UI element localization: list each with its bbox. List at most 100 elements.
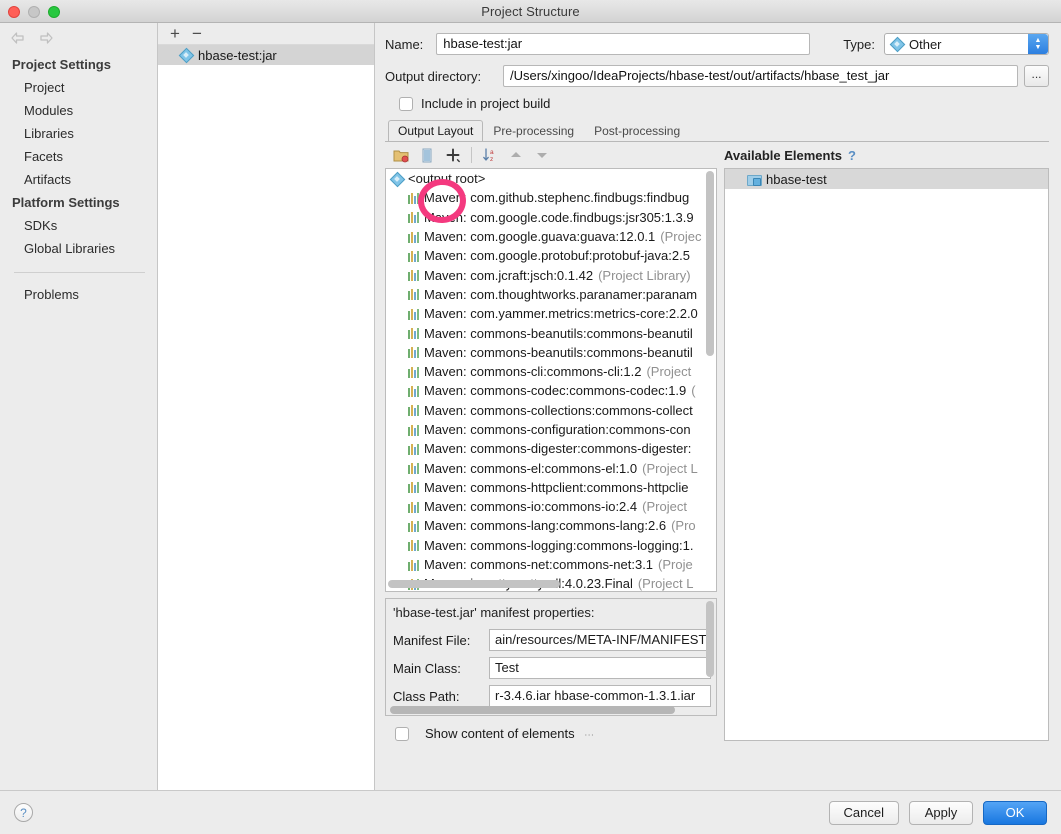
create-archive-icon[interactable] <box>416 145 438 165</box>
module-icon <box>747 173 762 186</box>
remove-artifact-button[interactable]: − <box>192 25 202 42</box>
sidebar-item-artifacts[interactable]: Artifacts <box>0 168 157 191</box>
tree-row-note: ( <box>691 383 696 399</box>
sidebar-item-facets[interactable]: Facets <box>0 145 157 168</box>
tree-row[interactable]: Maven: commons-lang:commons-lang:2.6 (Pr… <box>386 516 716 535</box>
ok-button[interactable]: OK <box>983 800 1047 825</box>
tree-row-label: Maven: commons-beanutils:commons-beanuti… <box>424 325 693 341</box>
close-window-button[interactable] <box>8 6 20 18</box>
available-element-label: hbase-test <box>766 171 827 187</box>
scrollbar-thumb[interactable] <box>390 706 675 714</box>
name-input[interactable]: hbase-test:jar <box>436 33 811 55</box>
tree-row[interactable]: Maven: commons-digester:commons-digester… <box>386 439 716 458</box>
tree-row[interactable]: Maven: com.google.code.findbugs:jsr305:1… <box>386 208 716 227</box>
show-content-label: Show content of elements <box>425 726 575 741</box>
output-layout-tree[interactable]: <output root> Maven: com.github.stephenc… <box>385 168 717 592</box>
browse-directory-button[interactable]: ... <box>1024 65 1049 87</box>
artifact-diamond-icon <box>391 173 403 185</box>
tab-post-processing[interactable]: Post-processing <box>584 120 690 141</box>
library-icon <box>408 404 419 417</box>
tree-row[interactable]: Maven: com.jcraft:jsch:0.1.42 (Project L… <box>386 265 716 284</box>
tree-row-note: (Proje <box>658 557 693 573</box>
layout-panels: a z <output root> Maven: com.github.step… <box>385 142 1049 741</box>
artifact-label: hbase-test:jar <box>198 47 277 63</box>
tree-row-label: Maven: commons-el:commons-el:1.0 <box>424 460 638 476</box>
add-plus-icon[interactable] <box>442 145 464 165</box>
move-down-icon[interactable] <box>531 145 553 165</box>
include-in-build-checkbox[interactable] <box>399 96 413 111</box>
tree-row[interactable]: Maven: commons-configuration:commons-con <box>386 420 716 439</box>
tree-row-label: Maven: com.google.protobuf:protobuf-java… <box>424 248 690 264</box>
tree-row[interactable]: Maven: com.yammer.metrics:metrics-core:2… <box>386 304 716 323</box>
dialog-body: Project Settings Project Modules Librari… <box>0 23 1061 790</box>
library-icon <box>408 308 419 320</box>
name-label: Name: <box>385 36 424 52</box>
sidebar-item-problems[interactable]: Problems <box>0 283 157 306</box>
tree-row[interactable]: Maven: commons-cli:commons-cli:1.2 (Proj… <box>386 362 716 381</box>
library-icon <box>408 462 419 475</box>
library-icon <box>408 346 419 359</box>
help-button[interactable]: ? <box>14 803 33 822</box>
tree-row-label: Maven: commons-digester:commons-digester… <box>424 441 692 457</box>
tree-row[interactable]: Maven: commons-el:commons-el:1.0 (Projec… <box>386 458 716 477</box>
class-path-input[interactable]: r-3.4.6.iar hbase-common-1.3.1.iar <box>489 685 711 707</box>
list-item[interactable]: hbase-test <box>725 169 1048 189</box>
tree-row-output-root[interactable]: <output root> <box>386 169 716 188</box>
tree-row[interactable]: Maven: commons-io:commons-io:2.4 (Projec… <box>386 497 716 516</box>
scrollbar-thumb[interactable] <box>706 171 714 356</box>
scrollbar-thumb[interactable] <box>388 580 560 588</box>
minimize-window-button[interactable] <box>28 6 40 18</box>
tree-row-note: (Project Library) <box>598 267 691 283</box>
sidebar-item-libraries[interactable]: Libraries <box>0 122 157 145</box>
arrow-left-icon[interactable] <box>10 30 26 46</box>
zoom-window-button[interactable] <box>48 6 60 18</box>
output-directory-input[interactable]: /Users/xingoo/IdeaProjects/hbase-test/ou… <box>503 65 1018 87</box>
settings-dots-icon[interactable]: ⋯ <box>583 727 596 741</box>
type-select[interactable]: Other ▲ ▼ <box>884 33 1049 55</box>
sidebar-item-project[interactable]: Project <box>0 76 157 99</box>
tree-row[interactable]: Maven: commons-beanutils:commons-beanuti… <box>386 323 716 342</box>
tree-row[interactable]: Maven: commons-codec:commons-codec:1.9 ( <box>386 381 716 400</box>
sidebar-item-sdks[interactable]: SDKs <box>0 214 157 237</box>
sidebar-item-modules[interactable]: Modules <box>0 99 157 122</box>
type-label: Type: <box>843 36 875 52</box>
available-elements-panel: Available Elements ? hbase-test <box>717 142 1049 741</box>
manifest-file-input[interactable]: ain/resources/META-INF/MANIFEST. <box>489 629 711 651</box>
create-directory-icon[interactable] <box>390 145 412 165</box>
scrollbar-thumb[interactable] <box>706 601 714 677</box>
list-item[interactable]: hbase-test:jar <box>158 45 374 65</box>
arrow-right-icon[interactable] <box>38 30 54 46</box>
available-elements-list[interactable]: hbase-test <box>724 168 1049 741</box>
available-elements-header: Available Elements ? <box>724 142 1049 168</box>
cancel-button[interactable]: Cancel <box>828 800 899 825</box>
tree-row[interactable]: Maven: com.google.guava:guava:12.0.1 (Pr… <box>386 227 716 246</box>
tree-row-note: (Project L <box>642 460 698 476</box>
tree-vertical-scrollbar[interactable] <box>706 171 715 579</box>
tree-row[interactable]: Maven: com.thoughtworks.paranamer:parana… <box>386 285 716 304</box>
output-directory-row: Output directory: /Users/xingoo/IdeaProj… <box>385 65 1049 87</box>
tree-row[interactable]: Maven: com.google.protobuf:protobuf-java… <box>386 246 716 265</box>
tree-row[interactable]: Maven: commons-collections:commons-colle… <box>386 401 716 420</box>
apply-button[interactable]: Apply <box>909 800 973 825</box>
sidebar-item-global-libraries[interactable]: Global Libraries <box>0 237 157 260</box>
add-artifact-button[interactable]: + <box>170 25 180 42</box>
tab-pre-processing[interactable]: Pre-processing <box>483 120 584 141</box>
tab-output-layout[interactable]: Output Layout <box>388 120 484 141</box>
tree-row[interactable]: Maven: commons-beanutils:commons-beanuti… <box>386 343 716 362</box>
manifest-vertical-scrollbar[interactable] <box>706 601 714 713</box>
svg-text:a: a <box>490 149 494 156</box>
tree-row[interactable]: Maven: commons-httpclient:commons-httpcl… <box>386 478 716 497</box>
main-class-input[interactable]: Test <box>489 657 711 679</box>
project-structure-dialog: Project Structure Project Settings Proje… <box>0 0 1061 834</box>
question-mark-icon[interactable]: ? <box>848 148 856 163</box>
tree-row[interactable]: Maven: commons-logging:commons-logging:1… <box>386 536 716 555</box>
dialog-footer: ? Cancel Apply OK <box>0 790 1061 834</box>
tree-row[interactable]: Maven: commons-net:commons-net:3.1 (Proj… <box>386 555 716 574</box>
show-content-checkbox[interactable] <box>395 726 409 741</box>
move-up-icon[interactable] <box>505 145 527 165</box>
artifact-diamond-icon <box>891 38 903 50</box>
tree-row[interactable]: Maven: com.github.stephenc.findbugs:find… <box>386 188 716 207</box>
manifest-horizontal-scrollbar[interactable] <box>390 706 702 714</box>
tree-horizontal-scrollbar[interactable] <box>388 580 704 589</box>
sort-alphabetically-icon[interactable]: a z <box>479 145 501 165</box>
